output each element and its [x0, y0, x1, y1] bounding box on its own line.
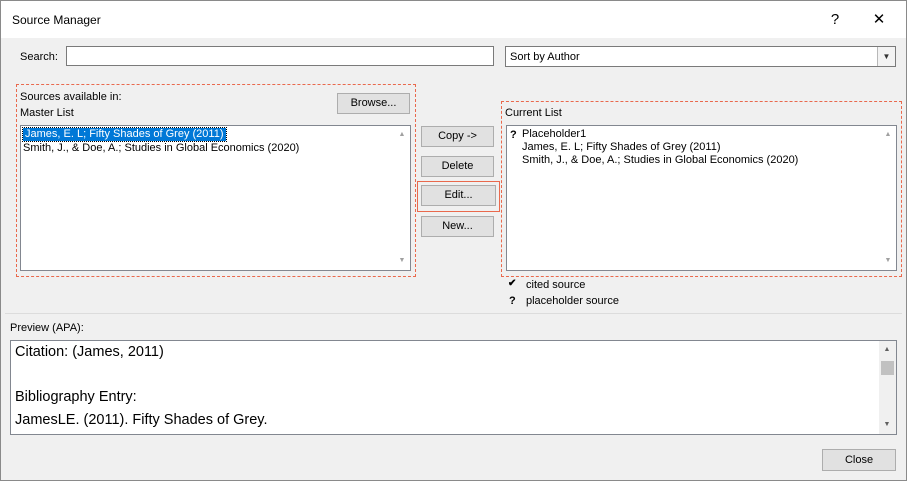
master-list-scrollbar[interactable]: ▲ ▼	[394, 126, 410, 270]
current-list-item[interactable]: Placeholder1	[522, 128, 586, 141]
edit-button[interactable]: Edit...	[421, 185, 496, 206]
current-list-item[interactable]: James, E. L; Fifty Shades of Grey (2011)	[522, 141, 721, 154]
placeholder-source-legend: placeholder source	[526, 295, 619, 307]
sources-available-label: Sources available in:	[20, 91, 122, 103]
scroll-up-icon[interactable]: ▲	[880, 128, 896, 142]
master-list-item[interactable]: James, E. L; Fifty Shades of Grey (2011)	[22, 127, 227, 142]
preview-citation: Citation: (James, 2011)	[15, 344, 164, 360]
master-list-item[interactable]: Smith, J., & Doe, A.; Studies in Global …	[23, 142, 299, 155]
browse-button[interactable]: Browse...	[337, 93, 410, 114]
preview-bib-entry: JamesLE. (2011). Fifty Shades of Grey.	[15, 412, 268, 428]
sort-dropdown[interactable]: Sort by Author ▼	[505, 46, 896, 67]
preview-scrollbar[interactable]: ▲ ▼	[879, 341, 896, 434]
delete-button[interactable]: Delete	[421, 156, 494, 177]
copy-button[interactable]: Copy ->	[421, 126, 494, 147]
master-list-box[interactable]: James, E. L; Fifty Shades of Grey (2011)…	[20, 125, 411, 271]
scroll-up-icon[interactable]: ▲	[879, 343, 895, 357]
search-input[interactable]	[66, 46, 494, 66]
preview-label: Preview (APA):	[10, 322, 84, 334]
help-button[interactable]: ?	[824, 9, 846, 31]
scroll-down-icon[interactable]: ▼	[880, 254, 896, 268]
current-list-scrollbar[interactable]: ▲ ▼	[880, 126, 896, 270]
check-icon: ✔	[508, 278, 517, 289]
current-list-box[interactable]: ? Placeholder1 James, E. L; Fifty Shades…	[506, 125, 897, 271]
question-mark-icon: ?	[509, 295, 516, 307]
scroll-down-icon[interactable]: ▼	[879, 418, 895, 432]
master-list-label: Master List	[20, 107, 74, 119]
placeholder-marker: ?	[510, 129, 517, 141]
current-list-item[interactable]: Smith, J., & Doe, A.; Studies in Global …	[522, 154, 798, 167]
new-button[interactable]: New...	[421, 216, 494, 237]
scroll-thumb[interactable]	[881, 361, 894, 375]
scroll-down-icon[interactable]: ▼	[394, 254, 410, 268]
chevron-down-icon[interactable]: ▼	[877, 47, 895, 66]
sort-selected-value: Sort by Author	[510, 51, 580, 63]
divider	[5, 313, 902, 314]
close-button[interactable]: Close	[822, 449, 896, 471]
scroll-up-icon[interactable]: ▲	[394, 128, 410, 142]
close-window-button[interactable]: ✕	[868, 9, 890, 31]
title-bar: Source Manager ? ✕	[1, 1, 906, 38]
source-manager-dialog: Source Manager ? ✕ Search: Sort by Autho…	[0, 0, 907, 481]
window-title: Source Manager	[12, 13, 101, 27]
cited-source-legend: cited source	[526, 279, 586, 291]
preview-pane[interactable]: Citation: (James, 2011) Bibliography Ent…	[10, 340, 897, 435]
search-label: Search:	[20, 51, 58, 63]
current-list-label: Current List	[505, 107, 562, 119]
preview-bib-heading: Bibliography Entry:	[15, 389, 137, 405]
